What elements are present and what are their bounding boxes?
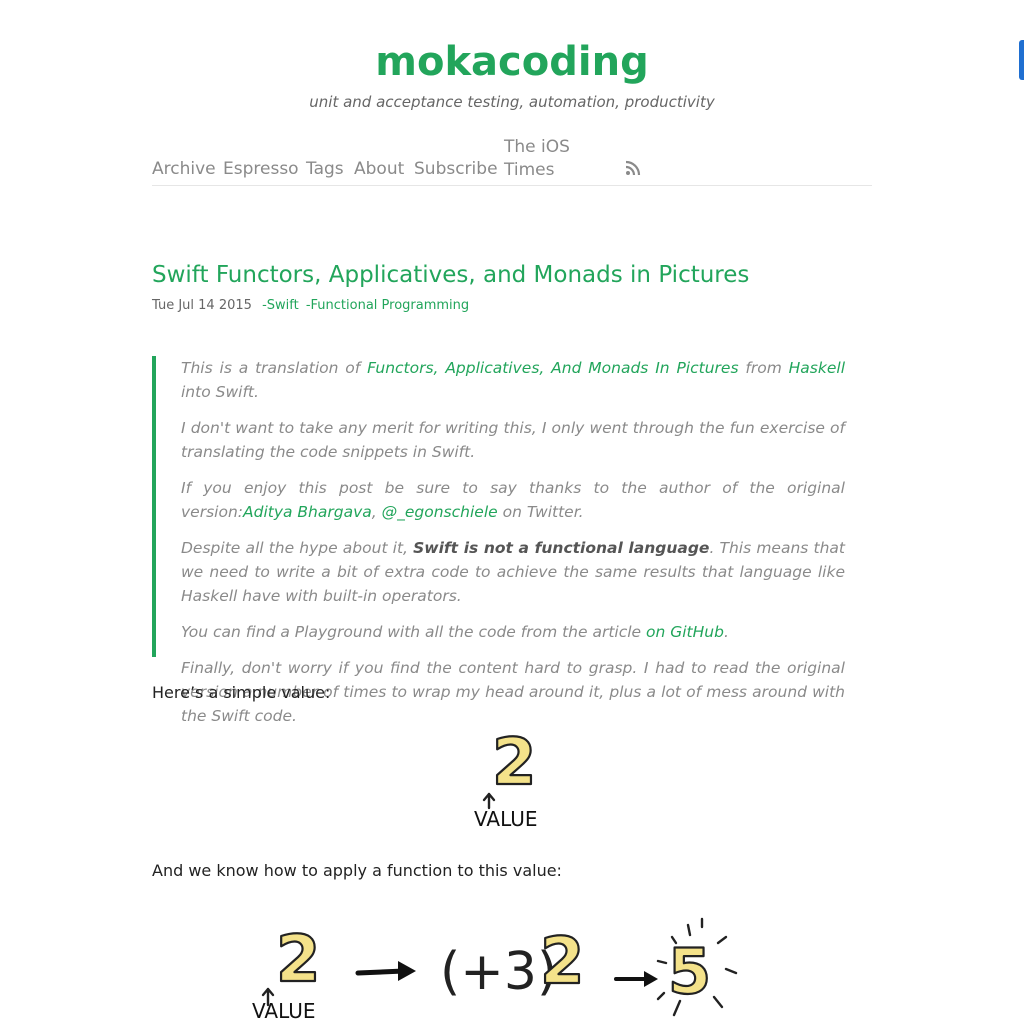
value-illustration: 2 VALUE: [474, 725, 538, 831]
value-two: 2: [276, 923, 321, 997]
haskell-link[interactable]: Haskell: [789, 359, 845, 377]
rss-icon[interactable]: [625, 160, 641, 176]
quote-paragraph-3: If you enjoy this post be sure to say th…: [181, 476, 845, 524]
quote-text: into Swift.: [181, 383, 259, 401]
original-article-link[interactable]: Functors, Applicatives, And Monads In Pi…: [367, 359, 738, 377]
quote-emphasis: Swift is not a functional language: [413, 539, 710, 557]
nav-item-about[interactable]: About: [354, 158, 404, 181]
body-paragraph-1: Here’s a simple value:: [152, 683, 331, 702]
nav-item-tags[interactable]: Tags: [306, 158, 344, 181]
function-application-illustration: 2 VALUE (+3) 2 5: [252, 917, 738, 1023]
quote-paragraph-2: I don't want to take any merit for writi…: [181, 419, 845, 461]
site-tagline: unit and acceptance testing, automation,…: [309, 93, 715, 111]
nav-item-ios-times-line2: Times: [504, 160, 555, 180]
value-label: VALUE: [252, 999, 316, 1023]
function-argument-two: 2: [540, 925, 585, 999]
intro-blockquote: This is a translation of Functors, Appli…: [152, 356, 845, 725]
quote-paragraph-4: Despite all the hype about it, Swift is …: [181, 536, 845, 608]
quote-text: This is a translation of: [181, 359, 368, 377]
quote-paragraph-1: This is a translation of Functors, Appli…: [181, 356, 845, 404]
tag-swift[interactable]: -Swift: [262, 298, 299, 313]
twitter-link[interactable]: @_egonschiele: [382, 503, 498, 521]
result-five: 5: [668, 935, 711, 1008]
nav-item-ios-times-line1: The iOS: [504, 137, 570, 157]
quote-text: .: [723, 623, 729, 641]
quote-paragraph-5: You can find a Playground with all the c…: [181, 620, 845, 644]
arrow-head-icon: [644, 971, 658, 987]
author-link[interactable]: Aditya Bhargava: [243, 503, 372, 521]
site-title[interactable]: mokacoding: [0, 38, 1024, 86]
main-nav: Archive Espresso Tags About Subscribe Th…: [152, 136, 872, 186]
quote-text: on Twitter.: [497, 503, 584, 521]
arrow-right-icon: [355, 968, 407, 976]
value-two: 2: [492, 726, 537, 800]
body-paragraph-2: And we know how to apply a function to t…: [152, 861, 562, 880]
nav-item-archive[interactable]: Archive: [152, 158, 216, 181]
arrow-head-icon: [398, 961, 416, 981]
nav-item-subscribe[interactable]: Subscribe: [414, 158, 498, 181]
quote-text: You can find a Playground with all the c…: [181, 623, 646, 641]
nav-item-espresso[interactable]: Espresso: [223, 158, 299, 181]
quote-text: Despite all the hype about it,: [181, 539, 414, 557]
quote-text: from: [738, 359, 789, 377]
tag-functional-programming[interactable]: -Functional Programming: [306, 298, 469, 313]
quote-text: ,: [371, 503, 382, 521]
github-link[interactable]: on GitHub: [646, 623, 724, 641]
value-label: VALUE: [474, 807, 538, 831]
nav-item-ios-times[interactable]: The iOS Times: [504, 136, 570, 182]
post-meta: Tue Jul 14 2015 -Swift -Functional Progr…: [152, 297, 469, 314]
post-title[interactable]: Swift Functors, Applicatives, and Monads…: [152, 260, 749, 290]
post-date: Tue Jul 14 2015: [152, 298, 252, 313]
